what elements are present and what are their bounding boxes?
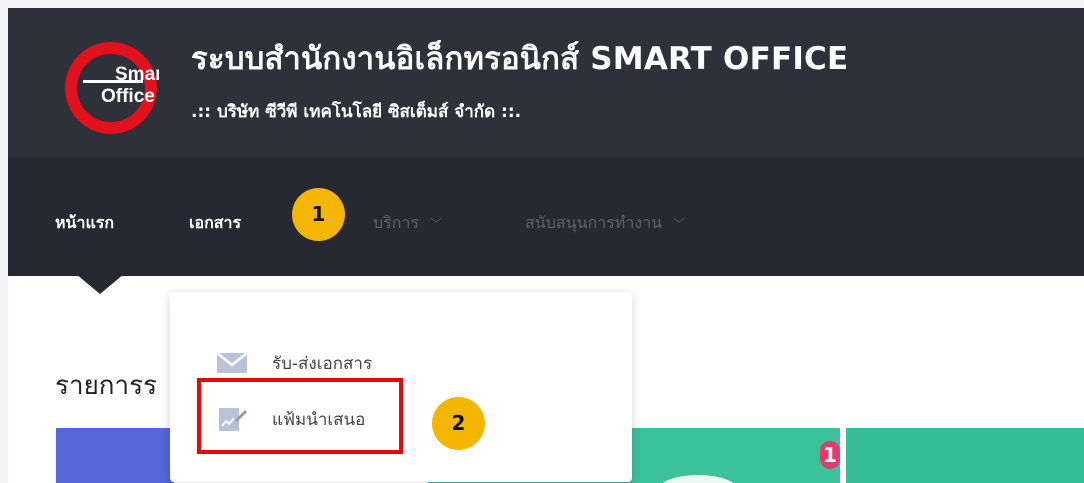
chevron-down-icon: ﹀ [673,217,686,231]
svg-text:Smart: Smart [115,64,159,85]
chevron-down-icon: ﹀ [430,217,443,231]
section-title: รายการร [55,371,158,401]
summary-card-teal-2[interactable] [846,428,1084,483]
step-1-annotation: 1 [292,188,345,241]
nav-item-work-support[interactable]: สนับสนุนการทำงาน ﹀ [525,211,685,236]
envelope-icon [216,352,248,373]
summary-card-blue[interactable] [56,428,174,483]
count-badge: 1 [820,441,840,469]
nav-item-documents[interactable]: เอกสาร [189,211,241,236]
active-nav-indicator [76,274,124,294]
step-2-annotation: 2 [432,397,485,450]
svg-text:Office: Office [101,86,155,107]
company-subtitle: .:: บริษัท ซีวีพี เทคโนโลยี ซิสเต็มส์ จำ… [191,102,522,122]
nav-item-services[interactable]: บริการ ﹀ [373,211,442,236]
app-title: ระบบสำนักงานอิเล็กทรอนิกส์ SMART OFFICE [191,41,849,77]
app-frame: Smart Office ระบบสำนักงานอิเล็กทรอนิกส์ … [8,8,1084,483]
step-2-highlight-box [197,378,403,454]
nav-item-home[interactable]: หน้าแรก [55,211,114,236]
site-header: Smart Office ระบบสำนักงานอิเล็กทรอนิกส์ … [8,8,1084,158]
smart-office-logo[interactable]: Smart Office [63,40,159,136]
main-navbar: หน้าแรก เอกสาร บริการ ﹀ สนับสนุนการทำงาน… [8,158,1084,276]
